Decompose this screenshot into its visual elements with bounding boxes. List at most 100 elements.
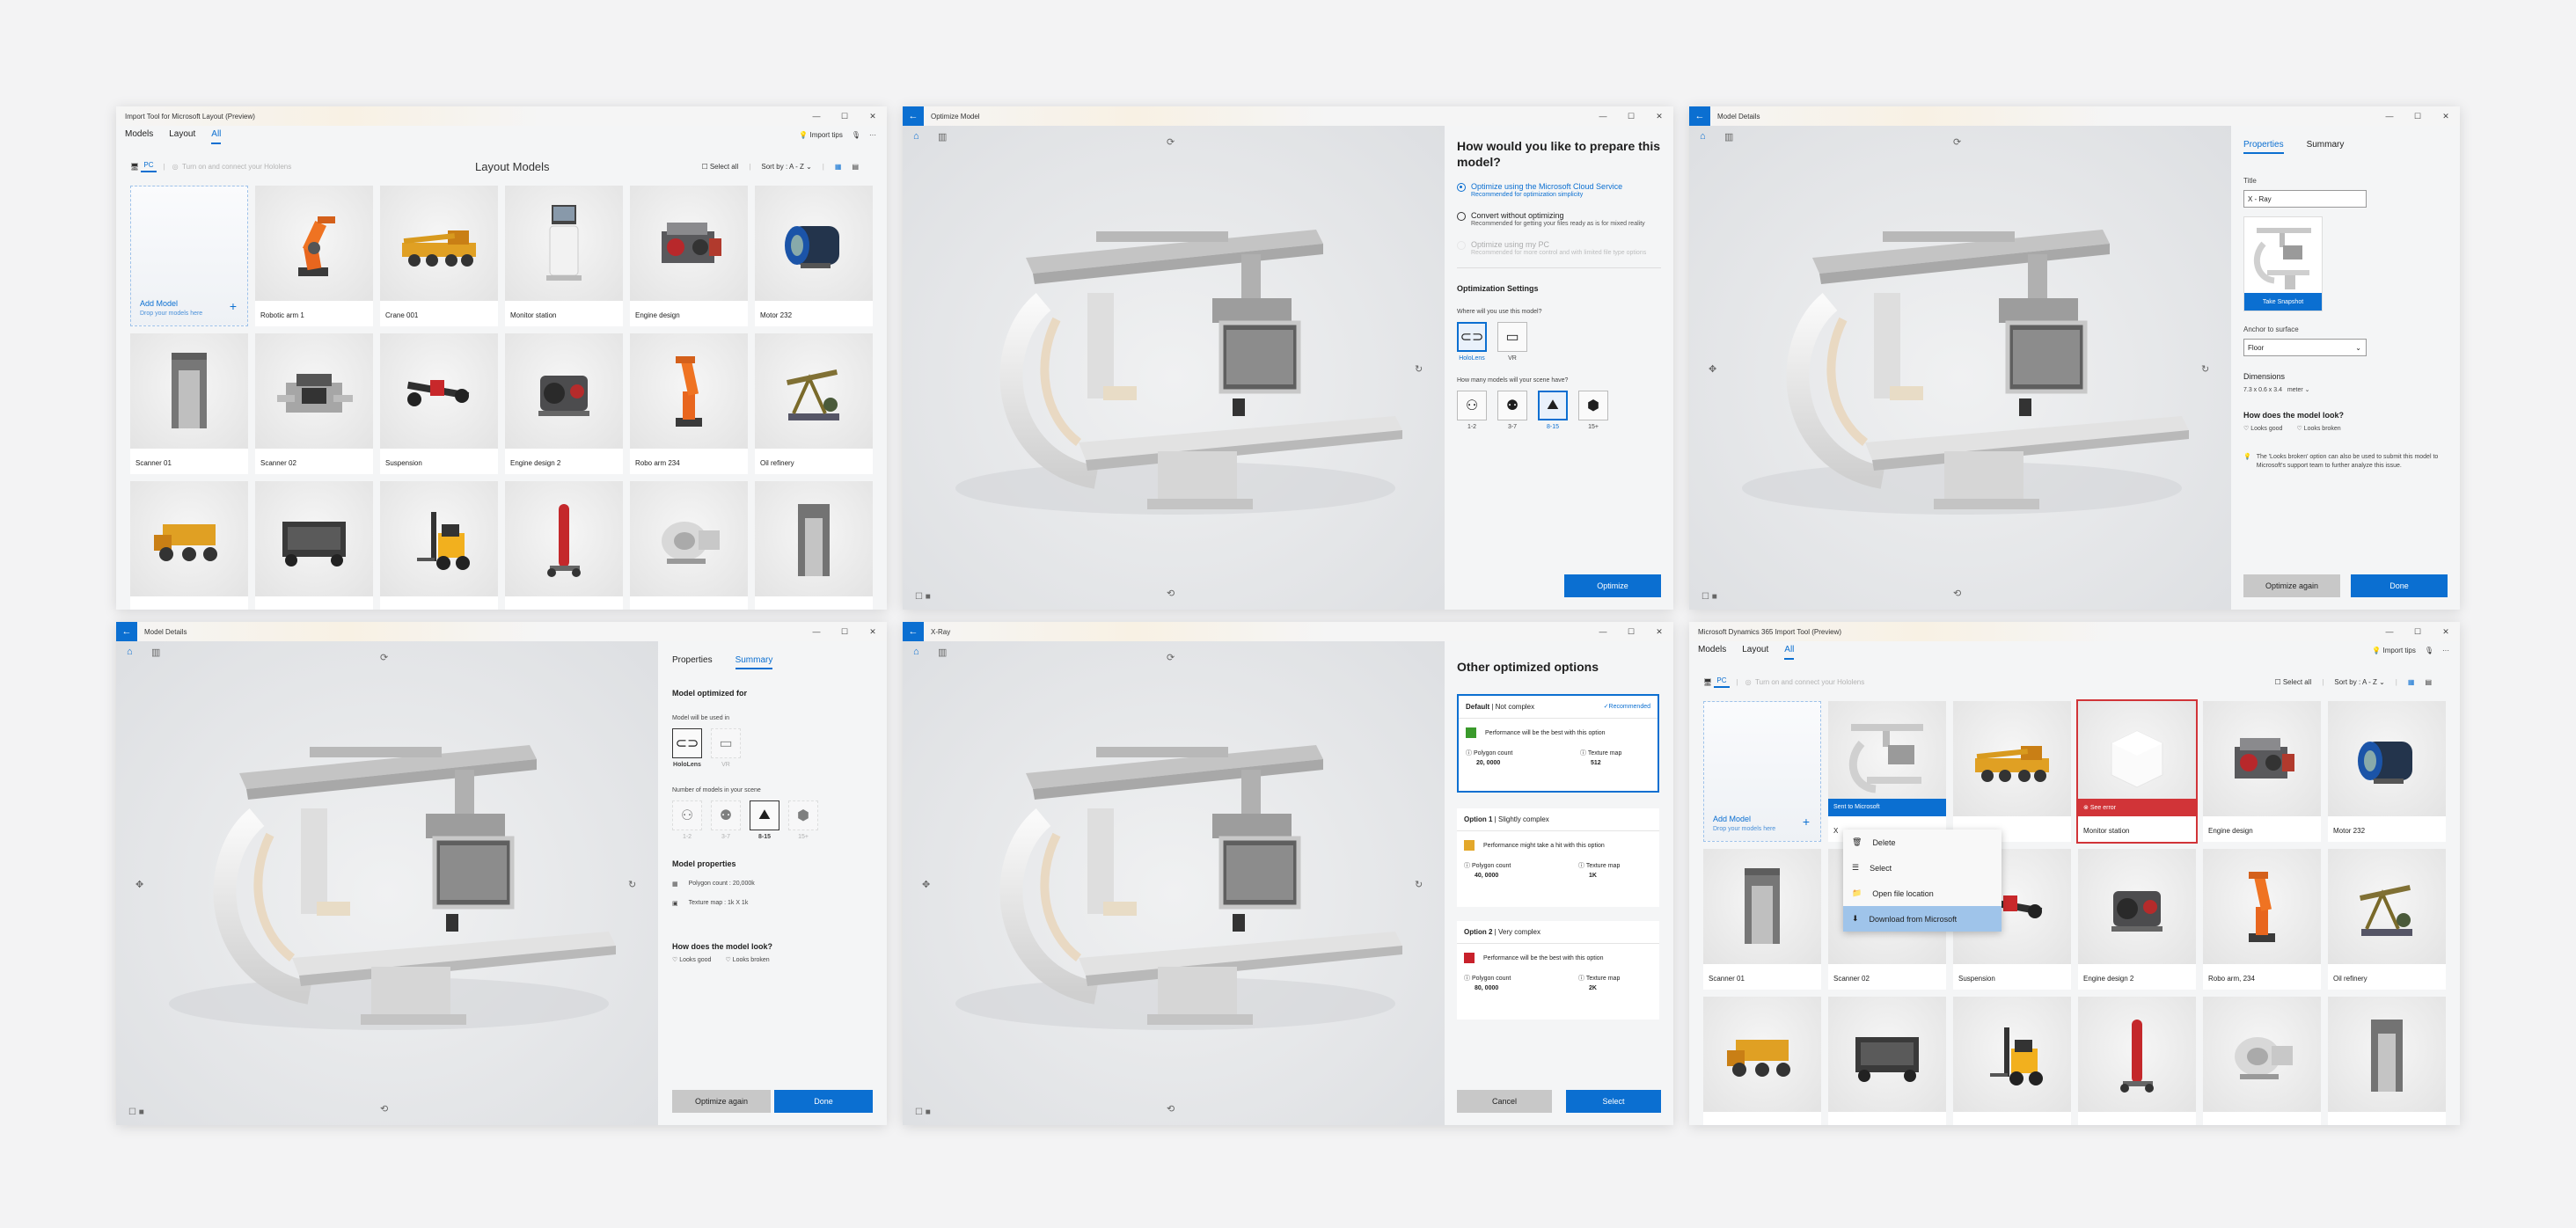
hololens-source[interactable]: Turn on and connect your Hololens <box>182 163 291 171</box>
minimize-button[interactable]: — <box>2375 622 2404 641</box>
maximize-button[interactable]: ☐ <box>2404 622 2432 641</box>
model-viewport[interactable]: ⌂ ▥ ⟳ ↻ ⟲ ☐ ■ <box>903 126 1445 610</box>
done-button[interactable]: Done <box>774 1090 873 1113</box>
option-convert[interactable]: Convert without optimizing Recommended fo… <box>1457 211 1661 228</box>
back-button[interactable]: ← <box>116 622 137 641</box>
menu-item-select[interactable]: ☰ Select <box>1843 855 2002 881</box>
close-button[interactable]: ✕ <box>1645 622 1673 641</box>
model-card[interactable] <box>2203 997 2321 1125</box>
title-input[interactable]: X - Ray <box>2243 190 2367 208</box>
hololens-option[interactable]: ⊂⊃ <box>1457 322 1487 352</box>
looks-good-button[interactable]: ♡ Looks good <box>672 956 711 963</box>
model-card[interactable] <box>2328 997 2446 1125</box>
close-button[interactable]: ✕ <box>859 622 887 641</box>
menu-item-open-file-location[interactable]: 📁 Open file location <box>1843 881 2002 906</box>
model-card[interactable] <box>1703 997 1821 1125</box>
model-card[interactable] <box>2078 997 2196 1125</box>
rotate-bottom-icon[interactable]: ⟲ <box>1167 588 1175 599</box>
model-viewport[interactable]: ⌂ ▥ ⟳ ✥ ↻ ⟲ ☐ ■ <box>1689 126 2231 610</box>
model-card[interactable] <box>130 481 248 610</box>
mic-icon[interactable]: 🎙 <box>2425 647 2433 654</box>
model-card[interactable] <box>380 481 498 610</box>
see-error-banner[interactable]: ⊗ See error <box>2078 799 2196 816</box>
floor-toggle-icon[interactable]: ☐ ■ <box>128 1107 144 1117</box>
maximize-button[interactable]: ☐ <box>1617 106 1645 126</box>
model-card[interactable] <box>505 481 623 610</box>
model-card[interactable]: Robotic arm 1 <box>255 186 373 326</box>
maximize-button[interactable]: ☐ <box>831 106 859 126</box>
unit-dropdown[interactable]: meter ⌄ <box>2287 387 2310 393</box>
minimize-button[interactable]: — <box>2375 106 2404 126</box>
source-pc[interactable]: PC <box>141 161 157 172</box>
floor-toggle-icon[interactable]: ☐ ■ <box>915 592 931 602</box>
model-card[interactable]: Engine design 2 <box>2078 849 2196 990</box>
minimize-button[interactable]: — <box>1589 622 1617 641</box>
rotate-top-icon[interactable]: ⟳ <box>1167 652 1175 663</box>
count-option-3[interactable]: ⛰ <box>1538 391 1568 420</box>
more-icon[interactable]: ··· <box>869 131 876 139</box>
model-viewport[interactable]: ⌂ ▥ ⟳ ✥ ↻ ⟲ ☐ ■ <box>903 641 1445 1125</box>
menu-item-download[interactable]: ⬇ Download from Microsoft <box>1843 906 2002 932</box>
move-icon[interactable]: ✥ <box>135 879 143 890</box>
grid-view-icon[interactable]: ▦ <box>2408 678 2415 686</box>
tab-models[interactable]: Models <box>125 129 153 144</box>
close-button[interactable]: ✕ <box>859 106 887 126</box>
model-card[interactable]: Monitor station <box>505 186 623 326</box>
tab-layout[interactable]: Layout <box>1742 645 1768 660</box>
model-card[interactable]: Oil refinery <box>755 333 873 474</box>
select-all-checkbox[interactable]: ☐ Select all <box>2274 678 2311 686</box>
model-card[interactable]: Scanner 01 <box>130 333 248 474</box>
model-card[interactable]: Suspension <box>380 333 498 474</box>
add-model-card[interactable]: Add Model Drop your models here + <box>130 186 248 326</box>
move-icon[interactable]: ✥ <box>922 879 930 890</box>
back-button[interactable]: ← <box>903 106 924 126</box>
anchor-dropdown[interactable]: Floor ⌄ <box>2243 339 2367 356</box>
tab-layout[interactable]: Layout <box>169 129 195 144</box>
model-card[interactable]: Engine design <box>630 186 748 326</box>
looks-broken-button[interactable]: ♡ Looks broken <box>725 956 769 963</box>
move-icon[interactable]: ✥ <box>1709 363 1716 375</box>
done-button[interactable]: Done <box>2351 574 2448 597</box>
close-button[interactable]: ✕ <box>1645 106 1673 126</box>
model-card[interactable] <box>1953 701 2071 842</box>
option-card[interactable]: Option 2 | Very complex Performance will … <box>1457 921 1659 1020</box>
model-card[interactable]: Monitor station ⊗ See error <box>2076 699 2198 844</box>
model-card[interactable]: Oil refinery <box>2328 849 2446 990</box>
count-option-4[interactable]: ⬢ <box>1578 391 1608 420</box>
sort-dropdown[interactable]: Sort by : A - Z ⌄ <box>761 163 811 171</box>
tab-properties[interactable]: Properties <box>672 655 713 669</box>
close-button[interactable]: ✕ <box>2432 622 2460 641</box>
maximize-button[interactable]: ☐ <box>2404 106 2432 126</box>
model-card[interactable]: Crane 001 <box>380 186 498 326</box>
source-pc[interactable]: PC <box>1714 676 1730 688</box>
rotate-top-icon[interactable]: ⟳ <box>1167 136 1175 148</box>
rotate-top-icon[interactable]: ⟳ <box>380 652 388 663</box>
list-view-icon[interactable]: ▤ <box>852 163 859 171</box>
looks-broken-button[interactable]: ♡ Looks broken <box>2296 425 2340 432</box>
select-button[interactable]: Select <box>1566 1090 1661 1113</box>
optimize-again-button[interactable]: Optimize again <box>672 1090 771 1113</box>
3d-view-icon[interactable]: ⌂ <box>913 647 919 657</box>
tab-summary[interactable]: Summary <box>735 655 773 669</box>
minimize-button[interactable]: — <box>802 622 831 641</box>
model-card[interactable] <box>1828 997 1946 1125</box>
tab-properties[interactable]: Properties <box>2243 140 2284 154</box>
grid-view-icon[interactable]: ▦ <box>835 163 842 171</box>
maximize-button[interactable]: ☐ <box>831 622 859 641</box>
mic-icon[interactable]: 🎙 <box>852 131 860 139</box>
model-card[interactable]: Scanner 02 <box>255 333 373 474</box>
tab-all[interactable]: All <box>211 129 222 144</box>
optimize-button[interactable]: Optimize <box>1564 574 1661 597</box>
stats-icon[interactable]: ▥ <box>151 647 160 658</box>
list-view-icon[interactable]: ▤ <box>2425 678 2432 686</box>
model-card[interactable]: Motor 232 <box>2328 701 2446 842</box>
sort-dropdown[interactable]: Sort by : A - Z ⌄ <box>2334 678 2384 686</box>
take-snapshot-button[interactable]: Take Snapshot <box>2244 293 2322 311</box>
minimize-button[interactable]: — <box>802 106 831 126</box>
model-card[interactable] <box>630 481 748 610</box>
rotate-right-icon[interactable]: ↻ <box>628 879 636 890</box>
rotate-right-icon[interactable]: ↻ <box>1415 879 1423 890</box>
model-card[interactable]: Scanner 01 <box>1703 849 1821 990</box>
looks-good-button[interactable]: ♡ Looks good <box>2243 425 2282 432</box>
rotate-right-icon[interactable]: ↻ <box>1415 363 1423 375</box>
